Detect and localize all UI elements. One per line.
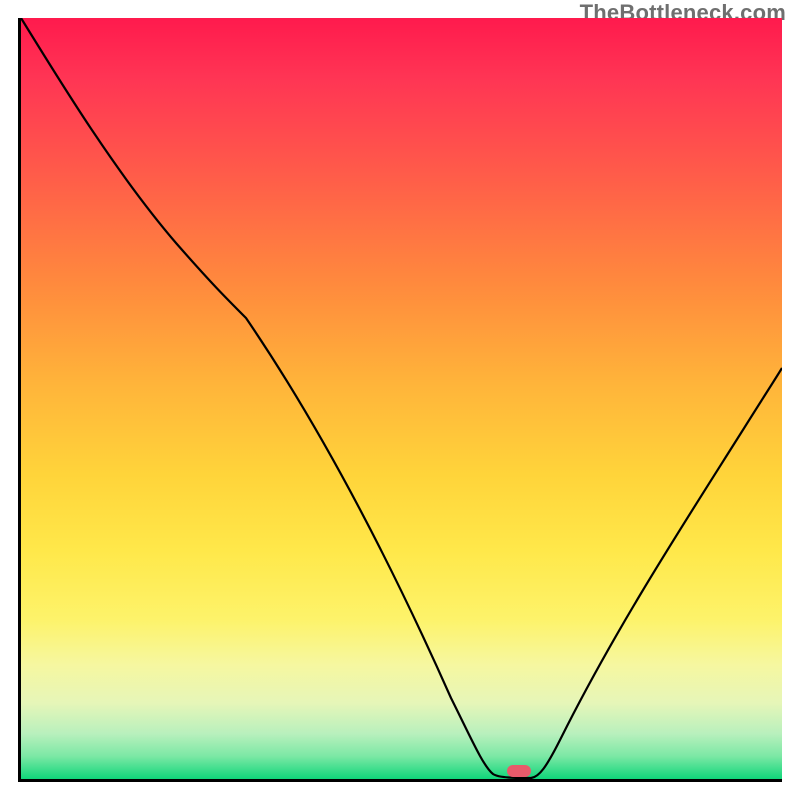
bottleneck-curve: [21, 18, 782, 779]
plot-area: [18, 18, 782, 782]
curve-path: [21, 18, 782, 778]
chart-container: TheBottleneck.com: [0, 0, 800, 800]
optimal-marker: [507, 765, 531, 777]
